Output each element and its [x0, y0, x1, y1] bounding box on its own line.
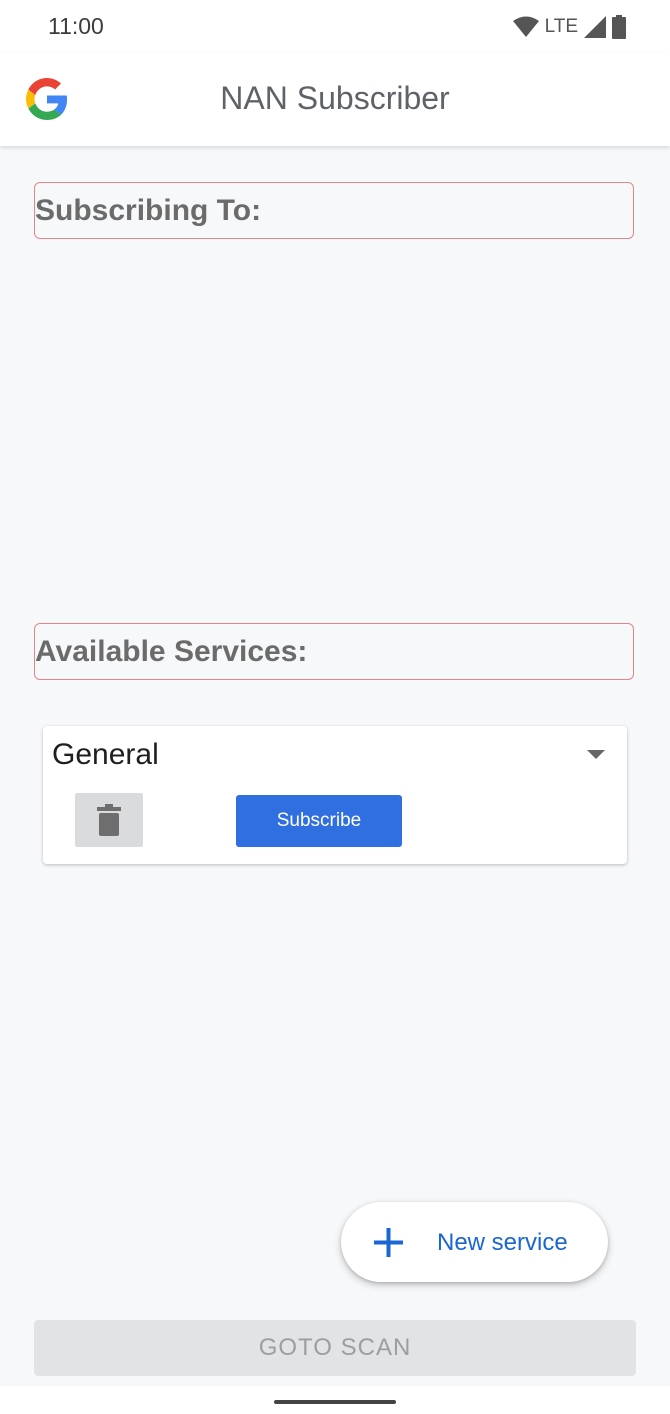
plus-icon [374, 1228, 403, 1257]
home-gesture-handle[interactable] [274, 1400, 396, 1404]
service-select[interactable]: General [43, 726, 627, 786]
navigation-bar [0, 1386, 670, 1414]
wifi-icon [512, 16, 539, 37]
service-card: General Subscribe [43, 726, 627, 864]
new-service-label: New service [437, 1229, 568, 1256]
subscribing-header-label: Subscribing To: [35, 194, 262, 227]
battery-icon [612, 15, 626, 39]
subscribe-button[interactable]: Subscribe [236, 795, 402, 847]
new-service-button[interactable]: New service [341, 1202, 608, 1282]
subscribing-header: Subscribing To: [34, 182, 634, 239]
service-select-value: General [52, 738, 159, 771]
app-title: NAN Subscriber [220, 80, 450, 116]
available-services-header: Available Services: [34, 623, 634, 680]
network-type: LTE [544, 16, 578, 37]
dropdown-arrow-icon [587, 750, 605, 759]
status-icons: LTE [512, 13, 626, 41]
status-bar: 11:00 LTE [0, 0, 670, 52]
goto-scan-button[interactable]: GOTO SCAN [34, 1320, 636, 1376]
delete-button[interactable] [75, 793, 143, 847]
signal-icon [584, 16, 606, 38]
status-time: 11:00 [48, 13, 104, 39]
app-bar: NAN Subscriber [0, 52, 670, 146]
trash-icon [97, 804, 121, 836]
available-services-header-label: Available Services: [35, 635, 308, 668]
